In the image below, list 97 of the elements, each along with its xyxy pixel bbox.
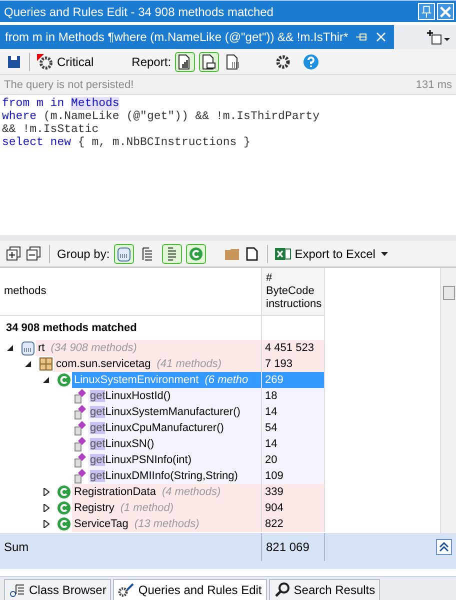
value-cell: 14 — [262, 436, 325, 452]
report-label: Report: — [132, 54, 172, 68]
pin-button[interactable] — [418, 3, 435, 20]
expand-all-icon — [6, 246, 22, 262]
value-cell: 18 — [262, 388, 325, 404]
value-cell: 7 193 — [262, 356, 325, 372]
node-name: ServiceTag — [74, 518, 128, 530]
group-by-button[interactable] — [162, 244, 182, 264]
method-name: LinuxSystemManufacturer() — [105, 406, 240, 418]
node-name: rt — [38, 342, 45, 354]
close-icon — [438, 4, 453, 20]
window-title: Queries and Rules Edit - 34 908 methods matched — [4, 4, 274, 18]
collapsed-arrow-icon[interactable] — [42, 504, 50, 512]
column-header[interactable]: methods — [0, 268, 262, 316]
gear-flag-icon — [37, 54, 53, 70]
node-name: com.sun.servicetag — [56, 358, 151, 370]
tree-item[interactable]: Registry (1 method) — [72, 500, 261, 516]
jar-icon — [20, 340, 36, 356]
method-name: LinuxPSNInfo(int) — [105, 454, 192, 466]
value-cell: 14 — [262, 404, 325, 420]
jar-icon — [116, 246, 132, 262]
tree-item[interactable]: ServiceTag (13 methods) — [72, 516, 261, 532]
search-icon — [274, 582, 290, 598]
class-circle-icon — [188, 246, 204, 262]
value-cell: 822 — [262, 516, 325, 532]
tree-search-icon — [9, 582, 25, 598]
value-cell: 339 — [262, 484, 325, 500]
close-button[interactable] — [437, 3, 454, 20]
report-grid-icon — [225, 54, 242, 70]
report-button[interactable] — [175, 52, 196, 72]
value-cell: 54 — [262, 420, 325, 436]
column-header[interactable]: # ByteCode instructions — [262, 268, 325, 316]
sum-value: 821 069 — [262, 533, 325, 561]
expanded-arrow-icon[interactable] — [6, 344, 14, 352]
method-count: (4 methods) — [162, 486, 221, 498]
export-excel-dropdown[interactable]: Export to Excel — [294, 246, 388, 260]
caret-icon — [381, 252, 388, 256]
report-window-icon — [201, 54, 218, 70]
node-name: Registry — [74, 502, 114, 514]
tree-item[interactable]: com.sun.servicetag (41 methods) — [54, 356, 261, 372]
critical-toggle[interactable]: Critical — [57, 54, 94, 68]
method-count: (41 methods) — [156, 358, 222, 370]
match-highlight: get — [90, 390, 106, 402]
value-cell: 904 — [262, 500, 325, 516]
tree-item[interactable]: getLinuxHostId() — [88, 388, 261, 404]
tree-item[interactable]: getLinuxSystemManufacturer() — [88, 404, 261, 420]
new-tab-dropdown-icon — [426, 29, 452, 45]
match-highlight: get — [90, 454, 106, 466]
sum-label: Sum — [0, 533, 262, 561]
match-highlight: get — [90, 438, 106, 450]
close-icon — [374, 30, 388, 44]
node-name: LinuxSystemEnvironment — [74, 374, 199, 386]
tree-item[interactable]: getLinuxPSNInfo(int) — [88, 452, 261, 468]
group-by-label: Group by: — [57, 246, 110, 260]
status-message: The query is not persisted! — [4, 78, 134, 90]
settings-icon — [275, 54, 292, 70]
collapsed-arrow-icon[interactable] — [42, 520, 50, 528]
report-button[interactable] — [199, 52, 220, 72]
save-icon — [6, 54, 22, 70]
method-count: (13 methods) — [134, 518, 200, 530]
gears-icon — [118, 582, 134, 598]
collapse-all-icon — [26, 246, 42, 262]
tree-item[interactable]: getLinuxSN() — [88, 436, 261, 452]
panel-tab[interactable]: Queries and Rules Edit — [113, 579, 267, 600]
method-count: (34 908 methods) — [50, 342, 137, 354]
help-icon — [303, 54, 320, 70]
grid-icon — [38, 356, 54, 372]
value-cell: 20 — [262, 452, 325, 468]
method-name: LinuxDMIInfo(String,String) — [105, 470, 238, 482]
match-highlight: get — [90, 470, 106, 482]
tree-item[interactable]: getLinuxDMIInfo(String,String) — [88, 468, 261, 484]
tree-item[interactable]: RegistrationData (4 methods) — [72, 484, 261, 500]
document-icon — [244, 246, 260, 262]
duration-text: 131 ms — [416, 78, 452, 90]
method-name: LinuxSN() — [105, 438, 154, 450]
pin-icon — [419, 4, 434, 20]
value-cell: 109 — [262, 468, 325, 484]
expanded-arrow-icon[interactable] — [42, 376, 50, 384]
vertical-scrollbar[interactable] — [440, 268, 456, 533]
tree-item[interactable]: getLinuxCpuManufacturer() — [88, 420, 261, 436]
method-name: LinuxHostId() — [105, 390, 171, 402]
expanded-arrow-icon[interactable] — [24, 360, 32, 368]
document-tab[interactable]: from m in Methods ¶where (m.NameLike (@"get")) && !m.IsThir* — [0, 25, 394, 49]
match-highlight: get — [90, 422, 106, 434]
collapse-panel-icon — [436, 539, 452, 555]
spreadsheet-icon — [274, 246, 291, 262]
method-count: (6 metho — [204, 374, 248, 386]
tree-item[interactable]: rt (34 908 methods) — [36, 340, 261, 356]
match-highlight: get — [90, 406, 106, 418]
node-name: RegistrationData — [74, 486, 156, 498]
value-cell: 269 — [262, 372, 325, 388]
value-cell: 4 451 523 — [262, 340, 325, 356]
method-name: LinuxCpuManufacturer() — [105, 422, 224, 434]
panel-tab[interactable]: Search Results — [268, 579, 380, 600]
collapsed-arrow-icon[interactable] — [42, 488, 50, 496]
method-count: (1 method) — [120, 502, 174, 514]
panel-tab[interactable]: Class Browser — [4, 579, 112, 600]
